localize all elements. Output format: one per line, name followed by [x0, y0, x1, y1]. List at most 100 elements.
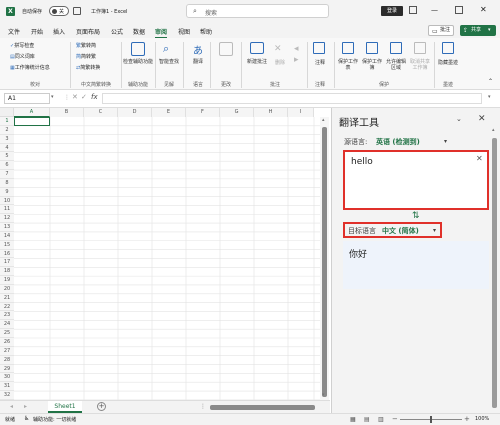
- row-header[interactable]: 20: [0, 284, 14, 294]
- new-comment-icon[interactable]: [250, 42, 264, 54]
- row-header[interactable]: 5: [0, 152, 14, 162]
- row-header[interactable]: 25: [0, 329, 14, 338]
- tab-formulas[interactable]: 公式: [111, 27, 123, 36]
- scroll-down-icon[interactable]: ▾: [322, 392, 325, 398]
- row-header[interactable]: 12: [0, 214, 14, 224]
- scroll-up-icon[interactable]: ▴: [322, 117, 325, 123]
- simp-to-trad-button[interactable]: 简 简转繁: [76, 53, 96, 60]
- row-header[interactable]: 21: [0, 293, 14, 303]
- source-language-select[interactable]: 英语 (检测到): [376, 137, 420, 147]
- translate-icon[interactable]: あ: [193, 42, 203, 57]
- row-header[interactable]: 26: [0, 338, 14, 347]
- translate-label[interactable]: 翻译: [187, 59, 209, 65]
- worksheet[interactable]: ABCDEFGHI 1 2 3 4 5 6 7 8 9 10 11 12 13 14 15 16 17 18 19 2…: [0, 108, 330, 413]
- zoom-level[interactable]: 100%: [475, 416, 489, 422]
- page-layout-view-icon[interactable]: ▤: [364, 416, 370, 423]
- row-header[interactable]: 18: [0, 267, 14, 277]
- column-header[interactable]: H: [254, 108, 288, 117]
- source-text-box[interactable]: hello ✕: [343, 150, 489, 210]
- changes-icon[interactable]: [219, 42, 233, 56]
- row-header[interactable]: 32: [0, 391, 14, 400]
- column-header[interactable]: E: [152, 108, 186, 117]
- autosave-toggle[interactable]: 关: [49, 6, 69, 16]
- swap-languages-icon[interactable]: ⇅: [412, 211, 420, 221]
- close-icon[interactable]: ✕: [480, 5, 487, 14]
- vertical-scrollbar[interactable]: ▴ ▾: [320, 117, 329, 400]
- row-header[interactable]: 13: [0, 223, 14, 232]
- column-header[interactable]: B: [50, 108, 84, 117]
- source-dropdown-icon[interactable]: ▾: [444, 138, 447, 145]
- row-header[interactable]: 16: [0, 249, 14, 259]
- close-pane-icon[interactable]: ✕: [478, 114, 486, 124]
- row-header[interactable]: 11: [0, 205, 14, 215]
- insert-function-button[interactable]: fx: [91, 93, 98, 101]
- source-text[interactable]: hello: [351, 157, 373, 167]
- row-header[interactable]: 7: [0, 170, 14, 179]
- login-button[interactable]: 登录: [381, 6, 403, 16]
- new-comment-label[interactable]: 新建批注: [244, 59, 270, 65]
- column-header[interactable]: A: [14, 108, 50, 117]
- column-header[interactable]: D: [118, 108, 152, 117]
- thesaurus-button[interactable]: ▤ 同义词库: [10, 53, 35, 60]
- vertical-scroll-thumb[interactable]: [322, 127, 327, 397]
- more-sheets-icon[interactable]: ⋮: [200, 403, 206, 410]
- notes-icon[interactable]: [313, 42, 325, 54]
- row-header[interactable]: 29: [0, 364, 14, 374]
- column-header[interactable]: F: [186, 108, 220, 117]
- name-box-dropdown-icon[interactable]: ▾: [51, 94, 54, 100]
- accessibility-status[interactable]: 辅助功能: 一切就绪: [33, 416, 76, 423]
- zoom-out-icon[interactable]: −: [392, 415, 398, 423]
- horizontal-scroll-thumb[interactable]: [210, 405, 315, 410]
- zoom-in-icon[interactable]: +: [464, 415, 470, 423]
- protect-sheet-label[interactable]: 保护工作表: [336, 59, 360, 71]
- trad-to-simp-button[interactable]: 繁 繁转简: [76, 42, 96, 49]
- pane-scroll-up-icon[interactable]: ▴: [492, 127, 495, 133]
- row-header[interactable]: 9: [0, 187, 14, 197]
- select-all-corner[interactable]: [0, 108, 14, 117]
- allow-edit-label[interactable]: 允许编辑区域: [384, 59, 408, 71]
- column-header[interactable]: G: [220, 108, 254, 117]
- notes-label[interactable]: 注释: [309, 59, 331, 66]
- spelling-button[interactable]: ✓ 拼写检查: [10, 42, 34, 49]
- column-header[interactable]: C: [84, 108, 118, 117]
- row-header[interactable]: 24: [0, 320, 14, 330]
- pane-scroll-thumb[interactable]: [492, 138, 497, 408]
- page-break-view-icon[interactable]: ▥: [378, 416, 384, 423]
- sheet-tab[interactable]: Sheet1: [48, 401, 82, 413]
- tab-view[interactable]: 视图: [178, 27, 190, 36]
- next-sheet-icon[interactable]: ▸: [24, 403, 27, 410]
- row-header[interactable]: 10: [0, 196, 14, 206]
- row-header[interactable]: 30: [0, 373, 14, 383]
- active-cell-a1[interactable]: [14, 117, 50, 126]
- row-header[interactable]: 14: [0, 231, 14, 241]
- prev-sheet-icon[interactable]: ◂: [10, 403, 13, 410]
- row-header[interactable]: 19: [0, 276, 14, 285]
- target-language-row[interactable]: 目标语言 中文 (简体) ▾: [343, 222, 442, 238]
- smart-lookup-label[interactable]: 智能查找: [156, 59, 182, 65]
- collapse-ribbon-icon[interactable]: ⌃: [488, 78, 493, 85]
- ribbon-display-icon[interactable]: [409, 6, 417, 14]
- row-header[interactable]: 4: [0, 143, 14, 153]
- row-header[interactable]: 27: [0, 346, 14, 356]
- zoom-slider-thumb[interactable]: [430, 416, 432, 423]
- add-sheet-icon[interactable]: +: [97, 402, 106, 411]
- tab-help[interactable]: 帮助: [200, 27, 212, 36]
- expand-formula-icon[interactable]: ▾: [488, 94, 491, 100]
- smart-lookup-icon[interactable]: ⌕: [163, 42, 169, 56]
- column-header[interactable]: I: [288, 108, 314, 117]
- row-header[interactable]: 22: [0, 302, 14, 312]
- normal-view-icon[interactable]: ▦: [350, 416, 356, 423]
- row-header[interactable]: 28: [0, 355, 14, 365]
- convert-button[interactable]: ⇄ 简繁转换: [76, 64, 100, 71]
- minimize-icon[interactable]: —: [431, 6, 438, 14]
- hide-ink-icon[interactable]: [442, 42, 454, 54]
- check-accessibility-label[interactable]: 检查辅助功能: [122, 59, 154, 65]
- target-language-select[interactable]: 中文 (简体): [382, 226, 419, 236]
- save-icon[interactable]: [73, 7, 81, 15]
- row-header[interactable]: 23: [0, 311, 14, 321]
- clear-text-icon[interactable]: ✕: [476, 154, 483, 163]
- accessibility-icon[interactable]: ♿: [24, 415, 29, 422]
- row-header[interactable]: 15: [0, 240, 14, 250]
- row-header[interactable]: 6: [0, 161, 14, 171]
- tab-insert[interactable]: 插入: [53, 27, 65, 36]
